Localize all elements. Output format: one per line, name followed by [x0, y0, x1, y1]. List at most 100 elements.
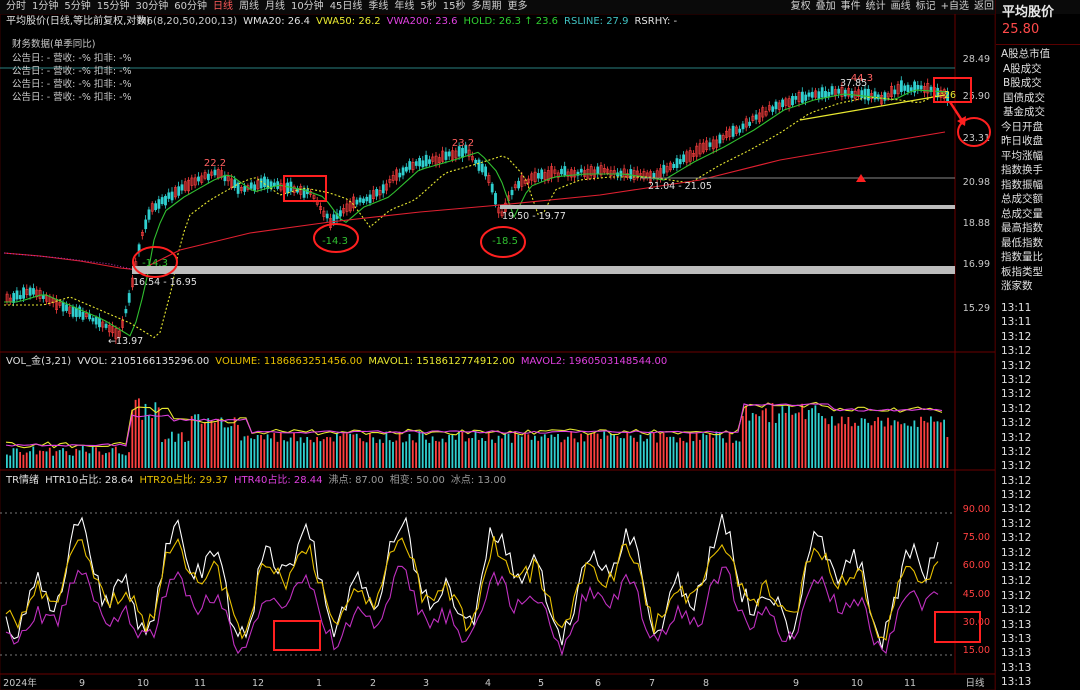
volume-bar [72, 455, 74, 468]
volume-bar [821, 416, 823, 468]
period-tab[interactable]: 更多 [508, 0, 528, 14]
tool-button[interactable]: 复权 [791, 0, 811, 14]
volume-bar [946, 437, 949, 468]
high-label: 23.2 [452, 138, 474, 149]
candle [444, 151, 448, 160]
quote-field[interactable]: 涨家数 [996, 279, 1080, 294]
x-tick-label: 3 [423, 678, 429, 689]
period-tab[interactable]: 60分钟 [174, 0, 207, 14]
volume-bar [372, 437, 375, 468]
tool-button[interactable]: +自选 [941, 0, 969, 14]
volume-bar [35, 454, 38, 468]
tool-button[interactable]: 画线 [891, 0, 911, 14]
tool-button[interactable]: 事件 [841, 0, 861, 14]
candle [253, 184, 257, 191]
volume-bar [715, 431, 718, 468]
volume-bar [718, 431, 721, 468]
tr-y-tick: 30.00 [963, 617, 990, 628]
chart-svg[interactable]: 平均股价(日线,等比前复权,对数)M6(8,20,50,200,13) WMA20… [0, 0, 995, 690]
quote-field[interactable]: 指数振幅 [996, 178, 1080, 193]
candle [824, 91, 827, 98]
quote-field[interactable]: 基金成交 [996, 105, 1080, 120]
period-tab[interactable]: 15分钟 [97, 0, 130, 14]
quote-field[interactable]: A股总市值 [996, 47, 1080, 62]
candle [800, 91, 804, 103]
current-label: 26 [944, 90, 956, 101]
period-tab[interactable]: 45日线 [330, 0, 363, 14]
x-tick-label: 10 [137, 678, 149, 689]
candle [424, 154, 428, 167]
quote-field[interactable]: 指数换手 [996, 163, 1080, 178]
quote-field[interactable]: 平均涨幅 [996, 149, 1080, 164]
period-tab[interactable]: 分时 [6, 0, 26, 14]
volume-bar [45, 451, 48, 468]
quote-field[interactable]: A股成交 [996, 62, 1080, 77]
volume-bar [240, 440, 243, 468]
tr-y-tick: 45.00 [963, 589, 990, 600]
period-tab[interactable]: 周线 [239, 0, 259, 14]
quote-field[interactable]: B股成交 [996, 76, 1080, 91]
volume-bar [814, 405, 817, 468]
volume-bar [204, 422, 206, 468]
candle [272, 182, 276, 187]
tool-button[interactable]: 叠加 [816, 0, 836, 14]
main-legend: RSLINE: 27.9 [564, 16, 628, 27]
volume-bar [65, 451, 68, 468]
volume-legend: VOL_金(3,21) [6, 354, 71, 367]
volume-bar [118, 453, 120, 468]
period-tab[interactable]: 10分钟 [291, 0, 324, 14]
candle [804, 94, 808, 101]
tr-y-tick: 75.00 [963, 532, 990, 543]
tool-button[interactable]: 统计 [866, 0, 886, 14]
candles [5, 76, 950, 344]
candle [474, 159, 478, 164]
period-tab[interactable]: 15秒 [443, 0, 466, 14]
quote-field[interactable]: 总成交额 [996, 192, 1080, 207]
volume-bar [48, 447, 51, 468]
volume-bar [405, 441, 408, 468]
chart-area[interactable]: 平均股价(日线,等比前复权,对数) M6(8,20,50,200,13) WMA20… [0, 0, 995, 690]
tick-time: 13:12 [1001, 445, 1032, 458]
volume-bar [319, 441, 322, 468]
volume-bar [438, 441, 441, 468]
fin-title: 财务数据(单季同比) [12, 39, 96, 50]
candle [477, 159, 481, 171]
volume-bar [147, 415, 150, 468]
candle [675, 158, 679, 168]
volume-bar [451, 434, 454, 468]
volume-bar [722, 438, 724, 468]
volume-legend: MAVOL2: 1960503148544.00 [521, 356, 667, 367]
volume-bar [741, 416, 744, 468]
period-tab[interactable]: 5分钟 [64, 0, 90, 14]
quote-field[interactable]: 今日开盘 [996, 120, 1080, 135]
candle [540, 169, 544, 180]
period-tab[interactable]: 年线 [394, 0, 414, 14]
volume-bar [171, 431, 173, 468]
quote-field[interactable]: 国债成交 [996, 91, 1080, 106]
quote-field[interactable]: 指数量比 [996, 250, 1080, 265]
quote-field[interactable]: 板指类型 [996, 265, 1080, 280]
tool-button[interactable]: 返回 [974, 0, 994, 14]
period-toolbar: 分时 1分钟 5分钟 15分钟 30分钟 60分钟 日线 周线 月线 10分钟 45日线 季线 年线 5秒… [0, 0, 1080, 14]
period-tab[interactable]: 多周期 [472, 0, 502, 14]
quote-field[interactable]: 昨日收盘 [996, 134, 1080, 149]
quote-field[interactable]: 最低指数 [996, 236, 1080, 251]
period-tab[interactable]: 5秒 [420, 0, 436, 14]
volume-bar [600, 438, 602, 468]
volume-bar [860, 418, 863, 468]
quote-field[interactable]: 最高指数 [996, 221, 1080, 236]
volume-bar [279, 432, 282, 468]
period-tab[interactable]: 月线 [265, 0, 285, 14]
period-tab[interactable]: 日线 [213, 0, 233, 14]
candle [662, 164, 666, 174]
tool-button[interactable]: 标记 [916, 0, 936, 14]
volume-bar [359, 438, 361, 468]
period-tab[interactable]: 1分钟 [32, 0, 58, 14]
volume-bar [553, 436, 556, 468]
volume-bar [250, 438, 252, 468]
volume-bar [705, 435, 708, 468]
period-tab[interactable]: 季线 [368, 0, 388, 14]
volume-bar [237, 424, 239, 468]
quote-field[interactable]: 总成交量 [996, 207, 1080, 222]
period-tab[interactable]: 30分钟 [135, 0, 168, 14]
